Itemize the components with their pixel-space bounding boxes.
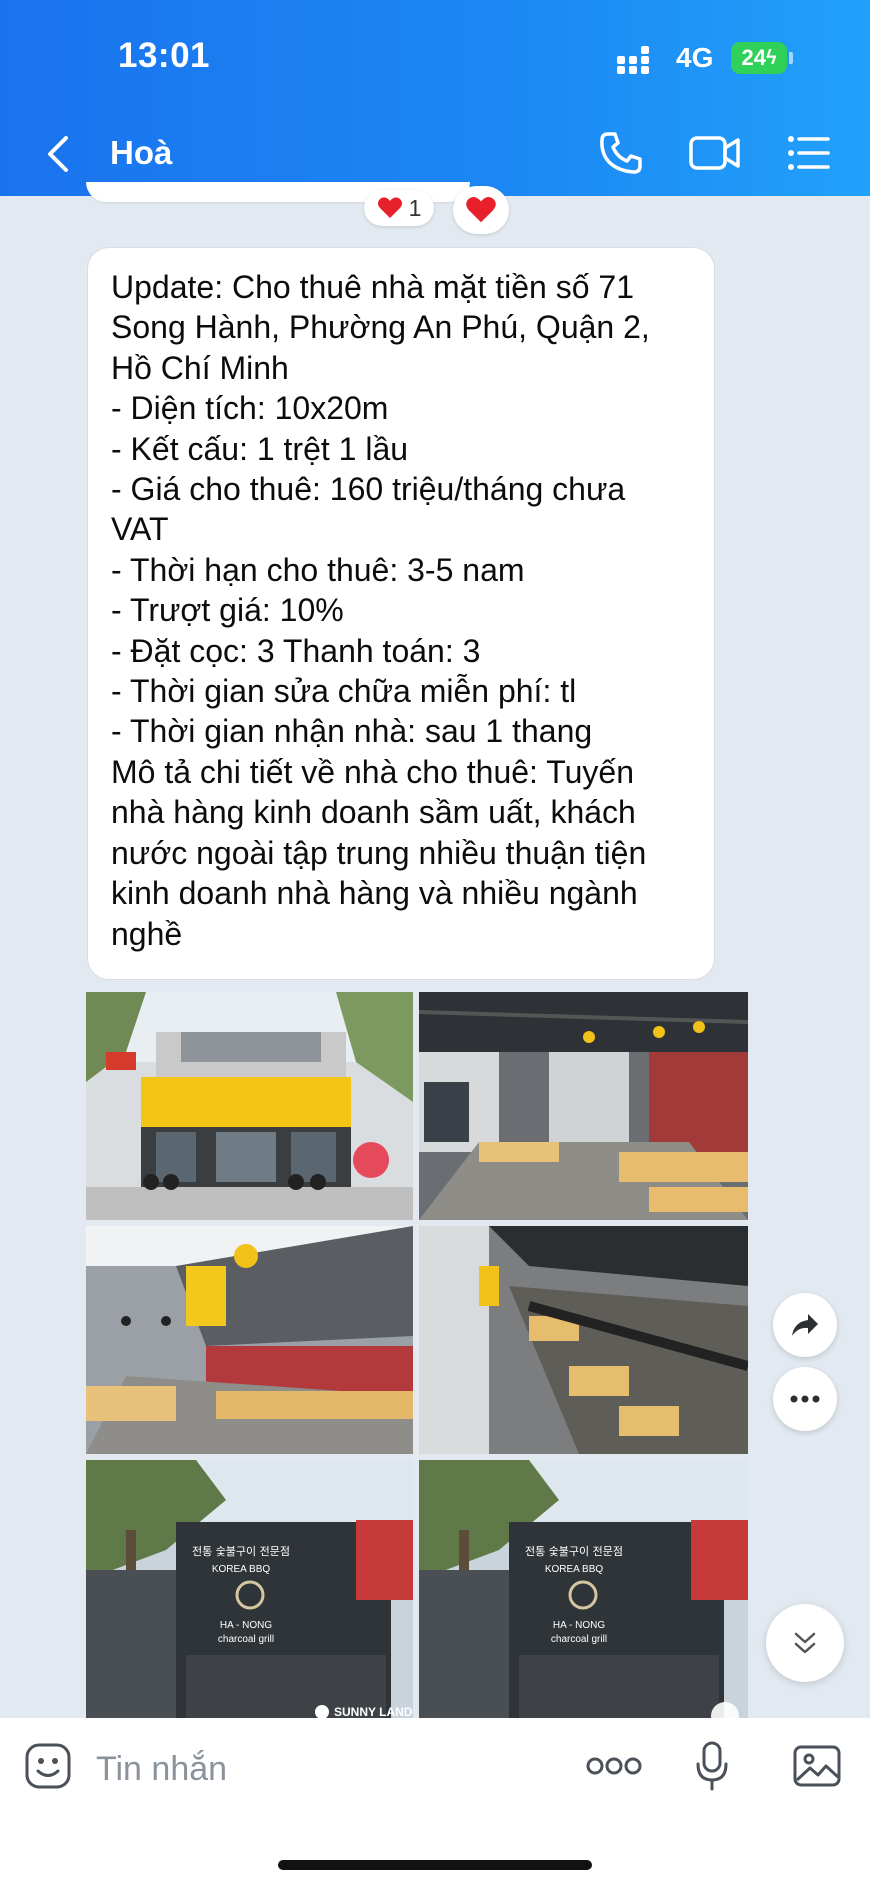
back-button[interactable] [40,130,80,178]
photo-hanong-front-2[interactable]: 전통 숯불구이 전문점 KOREA BBQ HA - NONG charcoal… [419,1460,748,1718]
double-chevron-down-icon [794,1632,816,1654]
phone-icon [600,132,642,174]
message-line: - Kết cấu: 1 trệt 1 lầu [111,430,409,467]
react-button[interactable] [453,186,509,234]
photo-interior-benches[interactable] [86,1226,413,1454]
watermark: SUNNY LAND [334,1705,413,1718]
message-line: - Trượt giá: 10% [111,592,344,629]
sign-korean: 전통 숯불구이 전문점 [192,1545,290,1558]
more-actions-button[interactable] [586,1756,642,1781]
message-line: Hồ Chí Minh [111,349,289,386]
video-call-button[interactable] [688,130,742,181]
photo-interior-overhead[interactable] [419,1226,748,1454]
message-line: - Đặt cọc: 3 Thanh toán: 3 [111,632,481,669]
battery-icon: 24 ϟ [731,42,787,74]
message-line: Mô tả chi tiết về nhà cho thuê: Tuyến [111,753,634,790]
photo-interior-aisle[interactable] [419,992,748,1220]
more-horizontal-icon [586,1757,642,1775]
more-dots-icon [790,1395,820,1403]
charging-icon: ϟ [765,46,777,69]
message-line: nghề [111,915,183,952]
sign-brand: KOREA BBQ [212,1564,271,1575]
sign-sub: charcoal grill [551,1634,607,1645]
message-line: nước ngoài tập trung nhiều thuận tiện [111,834,647,871]
status-time: 13:01 [118,36,211,75]
forward-button[interactable] [773,1293,837,1357]
sign-brand: KOREA BBQ [545,1564,604,1575]
message-line: - Diện tích: 10x20m [111,390,389,427]
message-line: - Thời gian nhận nhà: sau 1 thang [111,713,593,750]
chat-menu-button[interactable] [786,130,832,181]
sign-name: HA - NONG [553,1620,605,1631]
battery-level: 24 [741,45,766,70]
sign-name: HA - NONG [220,1620,272,1631]
photo-hanong-front[interactable]: 전통 숯불구이 전문점 KOREA BBQ HA - NONG charcoal… [86,1460,413,1718]
message-input[interactable]: Tin nhắn [96,1750,227,1789]
microphone-icon [696,1741,728,1791]
sign-korean: 전통 숯불구이 전문점 [525,1545,623,1558]
more-options-button[interactable] [773,1367,837,1431]
scroll-to-bottom-button[interactable] [766,1604,844,1682]
message-line: Update: Cho thuê nhà mặt tiền số 71 [111,269,635,305]
heart-icon [466,196,496,223]
signal-icon [617,46,653,74]
sign-sub: charcoal grill [218,1634,274,1645]
message-line: VAT [111,511,169,548]
image-icon [793,1745,841,1787]
message-line: - Giá cho thuê: 160 triệu/tháng chưa [111,471,626,508]
message-line: - Thời gian sửa chữa miễn phí: tl [111,673,577,710]
emoji-icon [25,1743,71,1789]
voice-button[interactable] [694,1740,730,1797]
battery-cap [789,52,793,64]
call-button[interactable] [598,130,644,181]
chevron-left-icon [48,136,68,172]
gallery-button[interactable] [792,1744,842,1793]
photo-storefront[interactable] [86,992,413,1220]
message-line: Song Hành, Phường An Phú, Quận 2, [111,309,650,346]
network-type: 4G [676,42,714,73]
message-bubble[interactable]: Update: Cho thuê nhà mặt tiền số 71 Song… [87,247,715,980]
heart-icon [377,197,402,218]
message-line: kinh doanh nhà hàng và nhiều ngành [111,875,638,912]
list-icon [788,136,830,170]
home-indicator [278,1860,592,1870]
reaction-badge[interactable]: 1 [364,190,434,226]
share-arrow-icon [792,1314,818,1336]
message-composer: Tin nhắn [0,1718,870,1885]
message-line: - Thời hạn cho thuê: 3-5 nam [111,551,525,588]
sticker-button[interactable] [24,1742,72,1795]
video-camera-icon [689,136,740,170]
reaction-count: 1 [408,194,422,221]
chat-header: 13:01 4G 24 ϟ Hoà [0,0,870,196]
contact-name[interactable]: Hoà [110,134,172,172]
message-line: nhà hàng kinh doanh sầm uất, khách [111,794,636,831]
